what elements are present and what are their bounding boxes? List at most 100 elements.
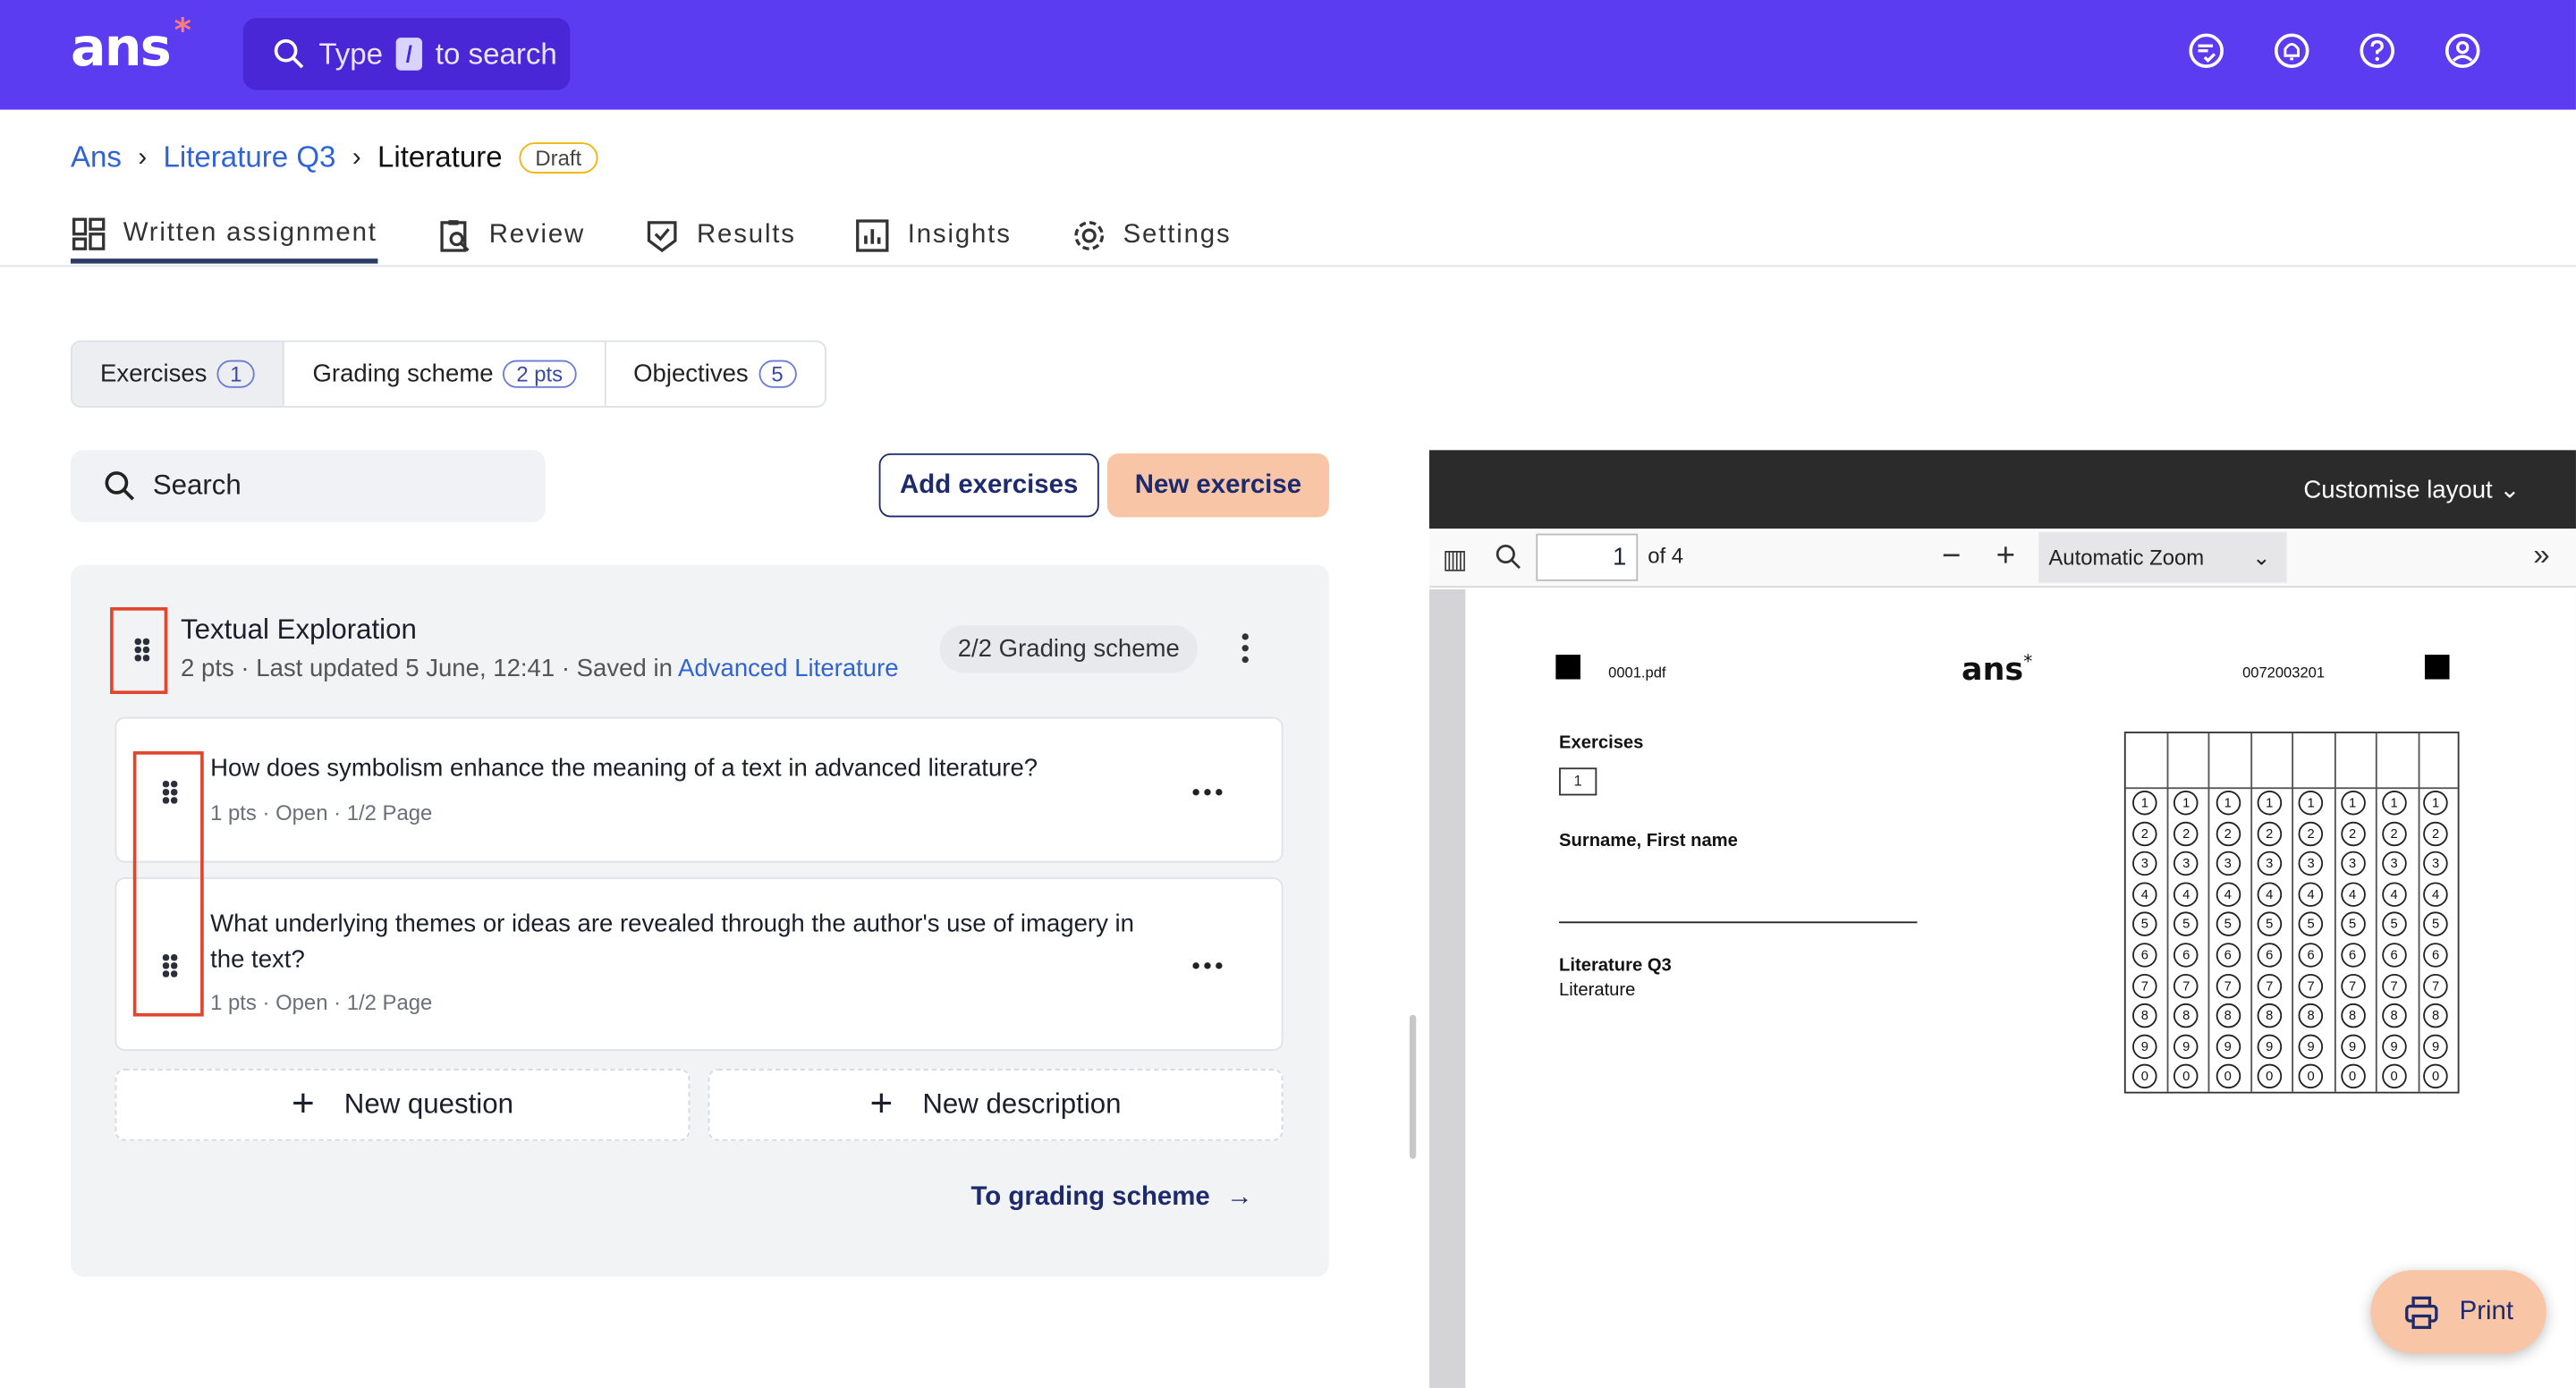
exercise-card: Textual Exploration 2 pts · Last updated… [70, 564, 1329, 1277]
pdf-logo: ans* [1962, 651, 2033, 689]
customise-layout-button[interactable]: Customise layout ⌄ [2303, 475, 2520, 504]
digit-bubble: 4 [2340, 882, 2365, 907]
arrow-right-icon: → [1226, 1183, 1253, 1212]
slash-key: / [395, 38, 423, 71]
page-count: of 4 [1648, 543, 1684, 569]
tab-insights[interactable]: Insights [855, 207, 1012, 263]
exercise-drag-handle[interactable] [110, 607, 168, 695]
sub-tabs: Exercises 1 Grading scheme 2 pts Objective… [70, 340, 826, 408]
global-search[interactable]: Type / to search [242, 18, 571, 90]
tab-results[interactable]: Results [644, 207, 796, 263]
digit-bubble: 3 [2381, 851, 2407, 876]
search-icon[interactable] [1495, 544, 1521, 578]
subtab-objectives[interactable]: Objectives 5 [606, 343, 825, 406]
search-icon [105, 471, 135, 501]
drag-grip-icon [162, 954, 179, 978]
digit-bubble: 1 [2340, 790, 2365, 816]
new-question-button[interactable]: + New question [114, 1069, 691, 1141]
digit-bubble: 9 [2381, 1034, 2407, 1059]
search-icon [274, 38, 304, 69]
sidebar-toggle-icon[interactable]: ▥ [1443, 544, 1468, 577]
results-icon [648, 221, 677, 253]
digit-bubble: 7 [2298, 973, 2324, 998]
status-badge: Draft [519, 142, 598, 174]
digit-bubble: 1 [2132, 790, 2157, 816]
grading-scheme-pill[interactable]: 2/2 Grading scheme [939, 625, 1198, 673]
digit-bubble: 7 [2215, 973, 2241, 998]
top-bar: ans * Type / to search [0, 0, 2576, 110]
plus-icon: + [291, 1081, 315, 1127]
add-exercises-button[interactable]: Add exercises [878, 453, 1099, 518]
digit-bubble: 2 [2423, 821, 2448, 846]
digit-bubble: 4 [2423, 882, 2448, 907]
drag-grip-icon [134, 638, 151, 662]
digit-bubble: 1 [2381, 790, 2407, 816]
question-card[interactable]: What underlying themes or ideas are reve… [114, 876, 1284, 1051]
account-icon[interactable] [2445, 33, 2480, 69]
tab-review[interactable]: Review [436, 207, 585, 263]
question-text: What underlying themes or ideas are reve… [210, 910, 1134, 974]
digit-bubble: 7 [2340, 973, 2365, 998]
tab-settings[interactable]: Settings [1071, 207, 1232, 263]
to-grading-scheme-link[interactable]: To grading scheme → [970, 1183, 1252, 1213]
digit-bubble: 3 [2215, 851, 2241, 876]
digit-bubble: 8 [2257, 1003, 2282, 1028]
tab-written-assignment[interactable]: Written assignment [70, 207, 377, 264]
pdf-course-sub: Literature [1559, 980, 1636, 1001]
registration-mark [2424, 655, 2450, 680]
chevron-right-icon: › [352, 143, 361, 172]
question-meta: 1 pts · Open · 1/2 Page [210, 990, 433, 1015]
question-menu-icon[interactable] [1192, 789, 1225, 797]
digit-bubble: 3 [2423, 851, 2448, 876]
question-card[interactable]: How does symbolism enhance the meaning o… [114, 716, 1284, 863]
tools-expand-icon[interactable]: » [2533, 538, 2549, 572]
question-menu-icon[interactable] [1192, 962, 1225, 970]
ans-logo[interactable]: ans * [71, 10, 191, 79]
breadcrumb-ans[interactable]: Ans [71, 140, 122, 174]
subtab-exercises[interactable]: Exercises 1 [72, 342, 285, 406]
new-exercise-button[interactable]: New exercise [1106, 453, 1329, 518]
exercise-search-input[interactable]: Search [70, 450, 546, 522]
exercise-menu-icon[interactable] [1241, 633, 1252, 666]
digit-bubble: 4 [2381, 882, 2407, 907]
saved-in-link[interactable]: Advanced Literature [678, 655, 899, 682]
digit-bubble: 1 [2215, 790, 2241, 816]
zoom-out-icon[interactable]: − [1942, 538, 1961, 576]
digit-bubble: 9 [2257, 1034, 2282, 1059]
page-number-input[interactable]: 1 [1536, 533, 1639, 581]
exercise-title[interactable]: Textual Exploration [181, 614, 417, 647]
digit-bubble: 5 [2423, 912, 2448, 937]
panel-scrollbar[interactable] [1409, 1014, 1417, 1159]
digit-bubble: 9 [2298, 1034, 2324, 1059]
digit-bubble: 9 [2174, 1034, 2199, 1059]
digit-bubble: 7 [2257, 973, 2282, 998]
pdf-filename: 0001.pdf [1608, 664, 1666, 681]
digit-bubble: 9 [2423, 1034, 2448, 1059]
pdf-name-label: Surname, First name [1559, 831, 1738, 851]
question-text: How does symbolism enhance the meaning o… [210, 754, 1038, 783]
new-description-button[interactable]: + New description [708, 1069, 1284, 1141]
drag-grip-icon [162, 781, 179, 804]
zoom-select[interactable]: Automatic Zoom ⌄ [2038, 531, 2287, 583]
tasks-icon[interactable] [2188, 33, 2224, 69]
review-icon [439, 220, 469, 252]
pdf-exercise-box: 1 [1559, 767, 1597, 796]
subtab-grading-scheme[interactable]: Grading scheme 2 pts [284, 342, 606, 406]
breadcrumb-course[interactable]: Literature Q3 [163, 140, 335, 174]
digit-bubble: 6 [2215, 943, 2241, 968]
digit-bubble: 0 [2423, 1064, 2448, 1089]
print-button[interactable]: Print [2370, 1270, 2546, 1354]
help-icon[interactable] [2360, 33, 2395, 69]
count-badge: 1 [216, 360, 256, 388]
bell-icon[interactable] [2274, 33, 2309, 69]
digit-bubble: 2 [2215, 821, 2241, 846]
count-badge: 5 [758, 360, 797, 388]
pdf-course: Literature Q3 [1559, 955, 1672, 976]
question-drag-handles[interactable] [132, 751, 204, 1017]
pdf-header: Customise layout ⌄ [1428, 450, 2576, 529]
digit-bubble: 9 [2215, 1034, 2241, 1059]
zoom-in-icon[interactable]: + [1996, 538, 2015, 576]
digit-bubble: 1 [2423, 790, 2448, 816]
digit-bubble: 6 [2423, 943, 2448, 968]
digit-bubble: 8 [2215, 1003, 2241, 1028]
